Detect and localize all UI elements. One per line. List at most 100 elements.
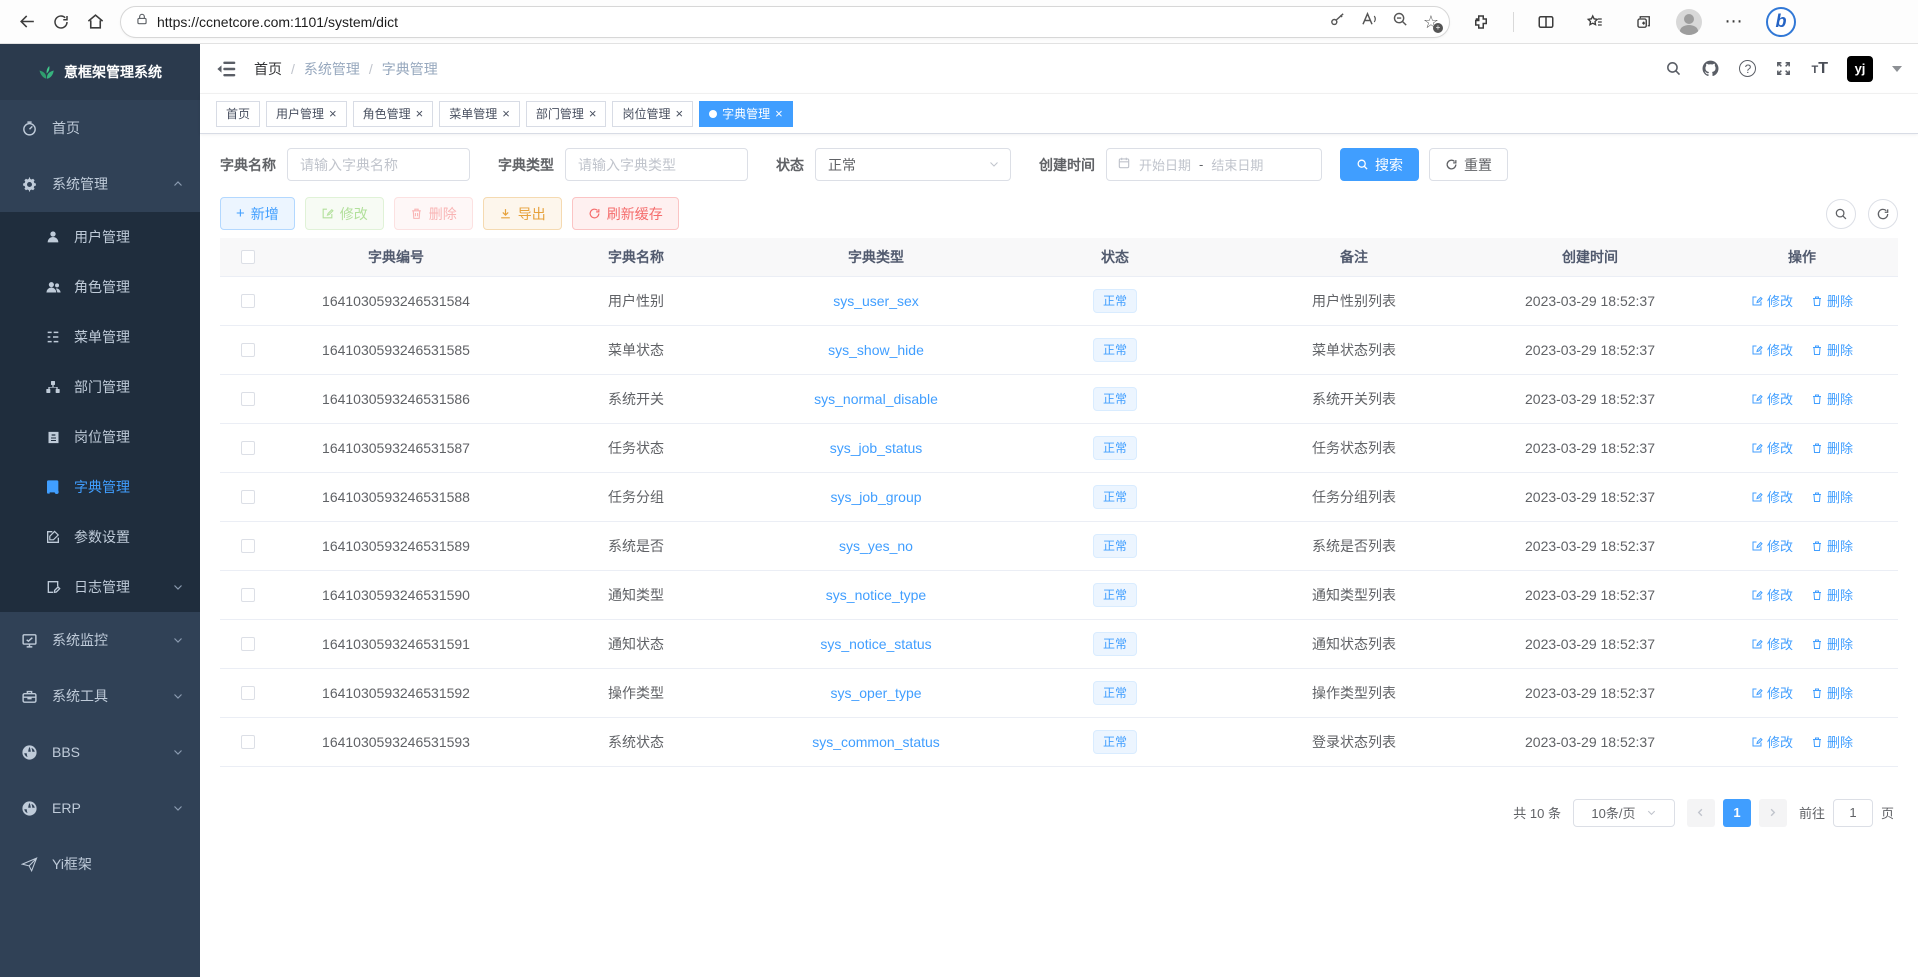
extensions-icon[interactable]: [1464, 5, 1498, 39]
tag-view-tab[interactable]: 首页: [216, 101, 260, 127]
sidebar-item-home[interactable]: 首页: [0, 100, 200, 156]
user-avatar-logo[interactable]: yj: [1847, 56, 1873, 82]
sidebar-item-erp[interactable]: ERP: [0, 780, 200, 836]
password-key-icon[interactable]: [1329, 11, 1346, 33]
row-edit-button[interactable]: 修改: [1751, 340, 1793, 359]
tag-view-tab[interactable]: 角色管理 ×: [353, 101, 434, 127]
tag-view-tab[interactable]: 岗位管理 ×: [612, 101, 693, 127]
row-edit-button[interactable]: 修改: [1751, 389, 1793, 408]
row-delete-button[interactable]: 删除: [1811, 389, 1853, 408]
row-checkbox[interactable]: [241, 490, 255, 504]
sidebar-item-system-management[interactable]: 系统管理: [0, 156, 200, 212]
tab-close-icon[interactable]: ×: [675, 107, 683, 120]
dict-type-input[interactable]: [565, 148, 748, 181]
row-delete-button[interactable]: 删除: [1811, 634, 1853, 653]
sidebar-item-dictionary-management[interactable]: 字典管理: [0, 462, 200, 512]
row-edit-button[interactable]: 修改: [1751, 585, 1793, 604]
tab-close-icon[interactable]: ×: [775, 107, 783, 120]
row-checkbox[interactable]: [241, 637, 255, 651]
add-favorite-icon[interactable]: ☆+: [1423, 13, 1439, 31]
dict-type-link[interactable]: sys_job_status: [830, 440, 923, 456]
row-checkbox[interactable]: [241, 588, 255, 602]
tag-view-tab[interactable]: 用户管理 ×: [266, 101, 347, 127]
edit-button[interactable]: 修改: [305, 197, 384, 230]
row-edit-button[interactable]: 修改: [1751, 634, 1793, 653]
search-button[interactable]: 搜索: [1340, 148, 1419, 181]
dict-type-link[interactable]: sys_normal_disable: [814, 391, 938, 407]
sidebar-item-yi-framework[interactable]: Yi框架: [0, 836, 200, 892]
tab-close-icon[interactable]: ×: [329, 107, 337, 120]
collections-icon[interactable]: [1627, 5, 1661, 39]
select-all-checkbox[interactable]: [241, 250, 255, 264]
sidebar-item-role-management[interactable]: 角色管理: [0, 262, 200, 312]
goto-page-input[interactable]: [1833, 799, 1873, 827]
row-delete-button[interactable]: 删除: [1811, 438, 1853, 457]
font-size-icon[interactable]: TT: [1811, 60, 1828, 78]
url-bar[interactable]: https://ccnetcore.com:1101/system/dict ☆…: [120, 6, 1450, 38]
github-icon[interactable]: [1701, 59, 1720, 78]
browser-profile-avatar[interactable]: [1676, 9, 1702, 35]
tab-close-icon[interactable]: ×: [502, 107, 510, 120]
breadcrumb-home[interactable]: 首页: [254, 59, 282, 79]
row-delete-button[interactable]: 删除: [1811, 683, 1853, 702]
dict-name-input[interactable]: [287, 148, 470, 181]
sidebar-item-bbs[interactable]: BBS: [0, 724, 200, 780]
row-delete-button[interactable]: 删除: [1811, 340, 1853, 359]
sidebar-item-parameter-settings[interactable]: 参数设置: [0, 512, 200, 562]
row-edit-button[interactable]: 修改: [1751, 732, 1793, 751]
tag-view-tab[interactable]: 菜单管理 ×: [439, 101, 520, 127]
delete-button[interactable]: 删除: [394, 197, 473, 230]
sidebar-item-log-management[interactable]: 日志管理: [0, 562, 200, 612]
row-edit-button[interactable]: 修改: [1751, 487, 1793, 506]
row-checkbox[interactable]: [241, 392, 255, 406]
dict-type-link[interactable]: sys_show_hide: [828, 342, 924, 358]
tag-view-tab[interactable]: 字典管理 ×: [699, 101, 793, 127]
add-button[interactable]: +新增: [220, 197, 295, 230]
dict-type-link[interactable]: sys_notice_status: [820, 636, 931, 652]
row-checkbox[interactable]: [241, 686, 255, 700]
browser-menu-icon[interactable]: ⋯: [1717, 5, 1751, 39]
home-icon[interactable]: [78, 5, 112, 39]
dict-type-link[interactable]: sys_job_group: [830, 489, 921, 505]
dict-type-link[interactable]: sys_common_status: [812, 734, 940, 750]
show-search-toggle-icon[interactable]: [1826, 199, 1856, 229]
row-edit-button[interactable]: 修改: [1751, 683, 1793, 702]
tab-close-icon[interactable]: ×: [589, 107, 597, 120]
row-checkbox[interactable]: [241, 441, 255, 455]
sidebar-item-system-tools[interactable]: 系统工具: [0, 668, 200, 724]
sidebar-item-menu-management[interactable]: 菜单管理: [0, 312, 200, 362]
status-select[interactable]: 正常: [815, 148, 1011, 181]
split-screen-icon[interactable]: [1529, 5, 1563, 39]
refresh-table-icon[interactable]: [1868, 199, 1898, 229]
dict-type-link[interactable]: sys_yes_no: [839, 538, 913, 554]
prev-page-button[interactable]: [1687, 799, 1715, 827]
next-page-button[interactable]: [1759, 799, 1787, 827]
tab-close-icon[interactable]: ×: [416, 107, 424, 120]
dict-type-link[interactable]: sys_user_sex: [833, 293, 919, 309]
sidebar-collapse-icon[interactable]: [216, 58, 238, 80]
avatar-caret-icon[interactable]: [1892, 66, 1902, 72]
reset-button[interactable]: 重置: [1429, 148, 1508, 181]
page-size-select[interactable]: 10条/页: [1573, 799, 1675, 827]
bing-chat-icon[interactable]: b: [1766, 7, 1796, 37]
tag-view-tab[interactable]: 部门管理 ×: [526, 101, 607, 127]
row-checkbox[interactable]: [241, 294, 255, 308]
row-edit-button[interactable]: 修改: [1751, 291, 1793, 310]
date-range-picker[interactable]: 开始日期 - 结束日期: [1106, 148, 1322, 181]
export-button[interactable]: 导出: [483, 197, 562, 230]
row-checkbox[interactable]: [241, 539, 255, 553]
help-icon[interactable]: ?: [1739, 60, 1756, 77]
row-delete-button[interactable]: 删除: [1811, 732, 1853, 751]
refresh-cache-button[interactable]: 刷新缓存: [572, 197, 679, 230]
row-edit-button[interactable]: 修改: [1751, 536, 1793, 555]
zoom-out-icon[interactable]: [1392, 11, 1409, 33]
row-delete-button[interactable]: 删除: [1811, 536, 1853, 555]
read-aloud-icon[interactable]: [1360, 10, 1378, 33]
dict-type-link[interactable]: sys_notice_type: [826, 587, 926, 603]
row-delete-button[interactable]: 删除: [1811, 585, 1853, 604]
favorites-icon[interactable]: [1578, 5, 1612, 39]
row-checkbox[interactable]: [241, 735, 255, 749]
sidebar-item-department-management[interactable]: 部门管理: [0, 362, 200, 412]
back-icon[interactable]: [10, 5, 44, 39]
page-number-1[interactable]: 1: [1723, 799, 1751, 827]
